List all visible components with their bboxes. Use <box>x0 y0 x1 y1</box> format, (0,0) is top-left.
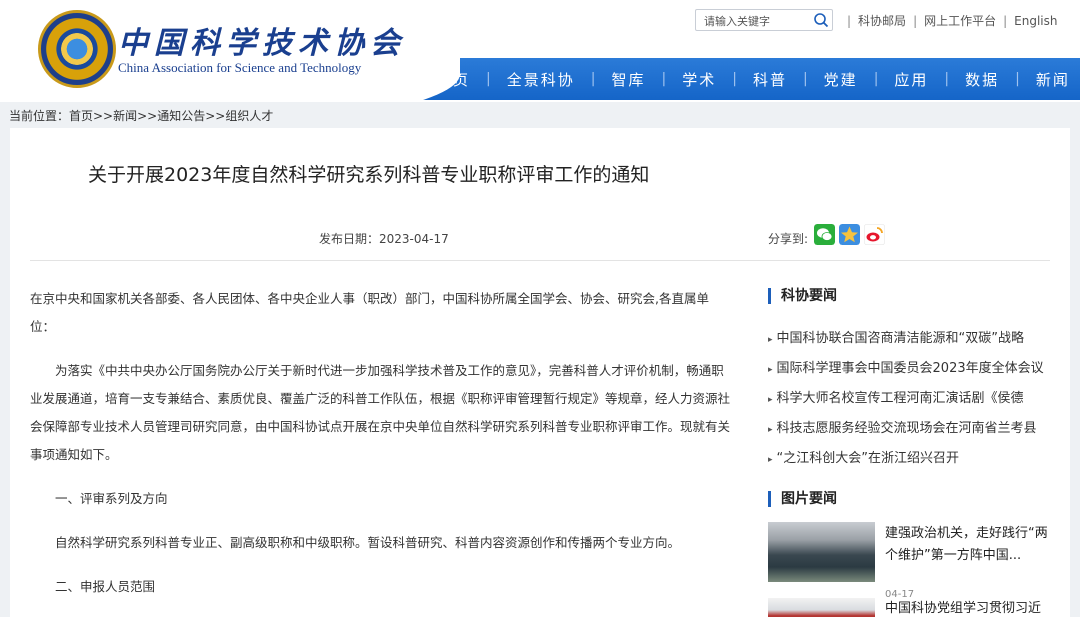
news-link[interactable]: 科技志愿服务经验交流现场会在河南省兰考县 <box>777 421 1037 436</box>
share-label: 分享到: <box>768 232 809 246</box>
breadcrumb[interactable]: 当前位置：首页>>新闻>>通知公告>>组织人才 <box>9 107 273 124</box>
qzone-share-icon[interactable] <box>839 224 860 245</box>
search-placeholder: 请输入关键字 <box>704 15 770 28</box>
search-input[interactable]: 请输入关键字 <box>695 9 833 31</box>
article-title: 关于开展2023年度自然科学研究系列科普专业职称评审工作的通知 <box>88 164 650 186</box>
news-link[interactable]: 中国科协联合国咨商清洁能源和“双碳”战略 <box>777 331 1024 346</box>
pic-news-title[interactable]: 建强政治机关，走好践行“两个维护”第一方阵中国... <box>885 523 1060 567</box>
link-english[interactable]: English <box>1014 14 1057 28</box>
article-body: 在京中央和国家机关各部委、各人民团体、各中央企业人事（职改）部门，中国科协所属全… <box>30 285 730 617</box>
nav-academic[interactable]: 学术 <box>666 69 732 90</box>
news-photo-thumbnail[interactable] <box>768 522 875 582</box>
nav-overview[interactable]: 全景科协 <box>491 69 591 90</box>
list-item[interactable]: ▸ 国际科学理事会中国委员会2023年度全体会议 <box>768 358 1058 388</box>
main-nav: 首页 | 全景科协 | 智库 | 学术 | 科普 | 党建 | 应用 | 数据 | 新闻 <box>420 58 1080 100</box>
list-item[interactable]: ▸ 科技志愿服务经验交流现场会在河南省兰考县 <box>768 418 1058 448</box>
search-icon[interactable] <box>813 12 829 28</box>
top-links: | 科协邮局 | 网上工作平台 | English <box>847 14 1058 28</box>
news-heading: 科协要闻 <box>768 288 837 304</box>
link-mail[interactable]: 科协邮局 <box>858 14 906 28</box>
arrow-icon: ▸ <box>768 335 773 345</box>
article-paragraph: 为落实《中共中央办公厅国务院办公厅关于新时代进一步加强科学技术普及工作的意见》，… <box>30 363 731 462</box>
arrow-icon: ▸ <box>768 425 773 435</box>
logo-chinese-text[interactable]: 中国科学技术协会 <box>118 18 406 62</box>
link-work-platform[interactable]: 网上工作平台 <box>924 14 996 28</box>
article-section-heading: 一、评审系列及方向 <box>55 491 168 506</box>
wechat-share-icon[interactable] <box>814 224 835 245</box>
nav-apps[interactable]: 应用 <box>878 69 944 90</box>
nav-think-tank[interactable]: 智库 <box>595 69 661 90</box>
list-item[interactable]: ▸ 科学大师名校宣传工程河南汇演话剧《侯德 <box>768 388 1058 418</box>
site-header: 中国科学技术协会 China Association for Science a… <box>0 0 1080 102</box>
news-link[interactable]: 科学大师名校宣传工程河南汇演话剧《侯德 <box>777 391 1024 406</box>
nav-news[interactable]: 新闻 <box>1020 69 1080 90</box>
news-link[interactable]: “之江科创大会”在浙江绍兴召开 <box>777 451 959 466</box>
nav-data[interactable]: 数据 <box>949 69 1015 90</box>
arrow-icon: ▸ <box>768 455 773 465</box>
nav-party[interactable]: 党建 <box>808 69 874 90</box>
logo-english-text[interactable]: China Association for Science and Techno… <box>118 60 361 76</box>
list-item[interactable]: ▸ 中国科协联合国咨商清洁能源和“双碳”战略 <box>768 328 1058 358</box>
nav-popular-science[interactable]: 科普 <box>737 69 803 90</box>
cast-emblem-icon[interactable] <box>38 10 116 88</box>
news-photo-thumbnail[interactable] <box>768 598 875 617</box>
article-paragraph: 自然科学研究系列科普专业正、副高级职称和中级职称。暂设科普研究、科普内容资源创作… <box>55 535 681 550</box>
arrow-icon: ▸ <box>768 365 773 375</box>
header-divider <box>30 260 1050 261</box>
pics-heading: 图片要闻 <box>768 491 837 507</box>
weibo-share-icon[interactable] <box>864 224 885 245</box>
news-link[interactable]: 国际科学理事会中国委员会2023年度全体会议 <box>777 361 1044 376</box>
pic-news-title[interactable]: 中国科协党组学习贯彻习近 <box>885 598 1060 617</box>
nav-home[interactable]: 首页 <box>420 69 486 90</box>
arrow-icon: ▸ <box>768 395 773 405</box>
publish-date: 发布日期：2023-04-17 <box>319 232 449 246</box>
news-list: ▸ 中国科协联合国咨商清洁能源和“双碳”战略 ▸ 国际科学理事会中国委员会2023年… <box>768 328 1058 478</box>
list-item[interactable]: ▸ “之江科创大会”在浙江绍兴召开 <box>768 448 1058 478</box>
article-section-heading: 二、申报人员范围 <box>55 579 156 594</box>
article-salutation: 在京中央和国家机关各部委、各人民团体、各中央企业人事（职改）部门，中国科协所属全… <box>30 291 709 334</box>
